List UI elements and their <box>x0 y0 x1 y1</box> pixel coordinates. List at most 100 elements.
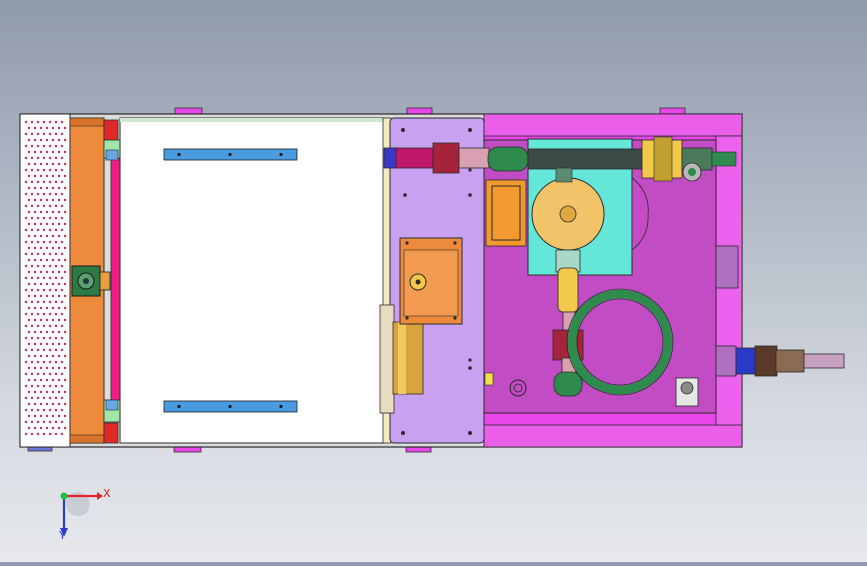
perforation-hole <box>42 420 46 424</box>
perforation-hole <box>57 390 61 394</box>
perforation-hole <box>33 426 37 430</box>
perforation-hole <box>45 318 49 322</box>
perforation-hole <box>30 288 34 292</box>
perforation-hole <box>51 222 55 226</box>
perforation-hole <box>51 126 55 130</box>
perforation-hole <box>42 288 46 292</box>
perforation-hole <box>45 162 49 166</box>
perforation-hole <box>60 384 64 388</box>
perforation-hole <box>33 294 37 298</box>
perforation-hole <box>30 204 34 208</box>
perforation-hole <box>27 138 31 142</box>
perforation-hole <box>63 330 67 334</box>
perforation-hole <box>45 294 49 298</box>
perforation-hole <box>60 324 64 328</box>
perforation-hole <box>27 258 31 262</box>
perforation-hole <box>30 168 34 172</box>
gauge-face <box>688 168 696 176</box>
perforation-hole <box>30 144 34 148</box>
perforation-hole <box>36 276 40 280</box>
perforation-hole <box>39 330 43 334</box>
perforation-hole <box>27 282 31 286</box>
perforation-hole <box>45 126 49 130</box>
perforation-hole <box>60 336 64 340</box>
flange-highlight <box>398 322 406 394</box>
perforation-hole <box>39 294 43 298</box>
perforation-hole <box>51 258 55 262</box>
perforation-hole <box>39 174 43 178</box>
perforation-hole <box>48 156 52 160</box>
perforation-hole <box>45 222 49 226</box>
perforation-hole <box>36 264 40 268</box>
cad-viewport[interactable]: X Y <box>0 0 867 562</box>
perforation-hole <box>24 240 28 244</box>
perforation-hole <box>24 156 28 160</box>
perforation-hole <box>45 234 49 238</box>
perforation-hole <box>48 252 52 256</box>
perforation-hole <box>24 324 28 328</box>
perforation-hole <box>36 180 40 184</box>
perforation-hole <box>33 270 37 274</box>
perforation-hole <box>54 408 58 412</box>
rail-connector-tab <box>99 271 111 291</box>
axis-triad <box>60 492 103 537</box>
perforation-hole <box>27 246 31 250</box>
perforation-hole <box>33 282 37 286</box>
perforation-hole <box>60 144 64 148</box>
hinge-pin-top <box>105 149 119 161</box>
perforation-hole <box>39 282 43 286</box>
perforation-hole <box>48 312 52 316</box>
x-axis-label: X <box>103 487 111 500</box>
perforation-hole <box>33 222 37 226</box>
perforation-hole <box>51 354 55 358</box>
perforation-hole <box>57 282 61 286</box>
perforation-hole <box>63 402 67 406</box>
perforation-hole <box>51 378 55 382</box>
perforation-hole <box>27 198 31 202</box>
perforation-hole <box>63 342 67 346</box>
perforation-hole <box>33 354 37 358</box>
magenta-frame-top-bar <box>483 113 743 137</box>
perforation-hole <box>63 270 67 274</box>
perforation-hole <box>36 312 40 316</box>
red-block-top <box>103 119 119 141</box>
perforation-hole <box>39 342 43 346</box>
perforation-hole <box>24 408 28 412</box>
perforation-hole <box>60 156 64 160</box>
perforation-hole <box>48 408 52 412</box>
y-axis-label: Y <box>59 529 66 542</box>
perforation-hole <box>30 240 34 244</box>
perforation-hole <box>54 132 58 136</box>
perforation-hole <box>33 246 37 250</box>
slot-hole <box>228 404 232 409</box>
perforation-hole <box>48 288 52 292</box>
perforation-hole <box>63 258 67 262</box>
terminal-gland-center <box>415 279 421 285</box>
perforation-hole <box>48 228 52 232</box>
slot-hole <box>177 152 181 157</box>
side-port-upper <box>715 245 739 289</box>
perforation-hole <box>42 228 46 232</box>
perforation-hole <box>51 426 55 430</box>
perforation-hole <box>57 222 61 226</box>
perforation-hole <box>60 120 64 124</box>
perforation-hole <box>42 180 46 184</box>
perforation-hole <box>60 168 64 172</box>
perforation-hole <box>36 324 40 328</box>
perforation-hole <box>57 294 61 298</box>
perforation-hole <box>54 372 58 376</box>
perforation-hole <box>27 318 31 322</box>
perforation-hole <box>57 402 61 406</box>
perforation-hole <box>54 204 58 208</box>
side-port-lower <box>715 345 737 377</box>
perforation-hole <box>54 252 58 256</box>
perforation-hole <box>48 432 52 436</box>
perforation-hole <box>42 312 46 316</box>
perforation-hole <box>51 246 55 250</box>
perforation-hole <box>42 360 46 364</box>
perforation-hole <box>48 300 52 304</box>
perforation-hole <box>60 288 64 292</box>
perforation-hole <box>63 222 67 226</box>
perforation-hole <box>45 246 49 250</box>
perforation-hole <box>42 252 46 256</box>
